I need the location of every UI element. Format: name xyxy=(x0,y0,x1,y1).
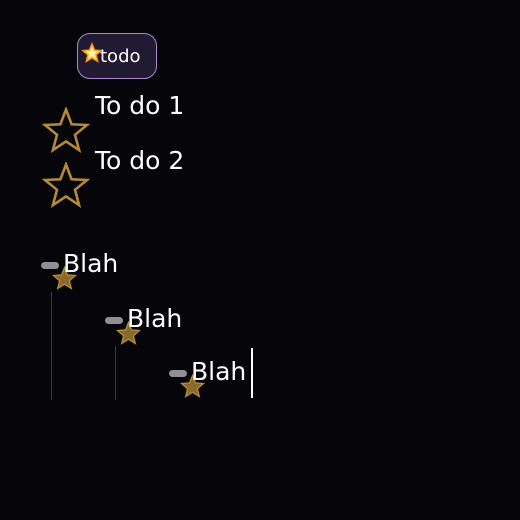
bullet-item-label[interactable]: Blah xyxy=(63,249,118,279)
star-outline-icon[interactable] xyxy=(41,160,91,210)
tag-label: todo xyxy=(100,46,141,67)
bullet-item-label[interactable]: Blah xyxy=(191,357,246,387)
text-caret xyxy=(251,348,253,398)
todo-item-label[interactable]: To do 2 xyxy=(95,146,184,176)
todo-tag[interactable]: todo xyxy=(77,33,157,79)
star-outline-icon[interactable] xyxy=(41,105,91,155)
bullet-item-label[interactable]: Blah xyxy=(127,304,182,334)
todo-item-label[interactable]: To do 1 xyxy=(95,91,184,121)
indent-guide xyxy=(115,346,116,400)
indent-guide xyxy=(51,292,52,400)
